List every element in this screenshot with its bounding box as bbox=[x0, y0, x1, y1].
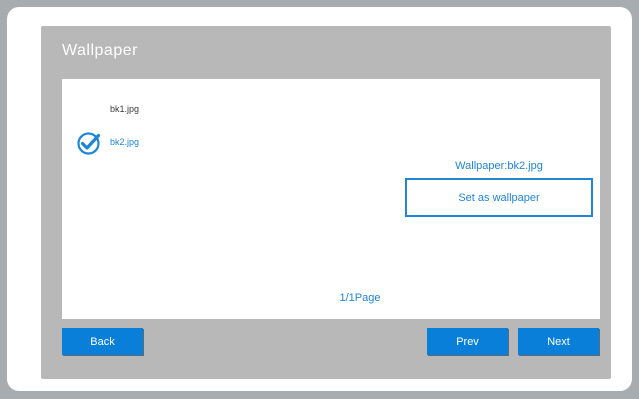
next-button[interactable]: Next bbox=[518, 328, 599, 355]
file-item-bk1[interactable]: bk1.jpg bbox=[110, 104, 139, 114]
page-indicator: 1/1Page bbox=[339, 292, 381, 304]
check-circle-icon bbox=[77, 132, 101, 155]
file-item-bk2[interactable]: bk2.jpg bbox=[110, 137, 139, 147]
set-as-wallpaper-button[interactable]: Set as wallpaper bbox=[405, 178, 593, 217]
current-wallpaper-status: Wallpaper:bk2.jpg bbox=[455, 160, 543, 172]
prev-button[interactable]: Prev bbox=[427, 328, 508, 355]
back-button[interactable]: Back bbox=[62, 328, 143, 355]
page-title: Wallpaper bbox=[62, 42, 138, 59]
